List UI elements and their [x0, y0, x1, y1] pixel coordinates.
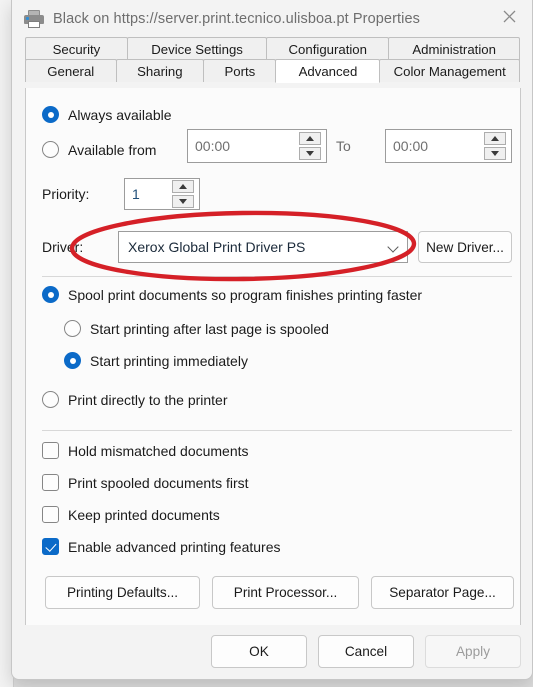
- tab-label: Configuration: [288, 41, 367, 57]
- available-from-radio[interactable]: [42, 141, 59, 158]
- separator-page-button[interactable]: Separator Page...: [371, 576, 514, 609]
- divider-1: [42, 276, 512, 277]
- priority-field[interactable]: 1: [124, 178, 200, 210]
- always-available-radio[interactable]: [42, 106, 59, 123]
- spinner-down-icon[interactable]: [299, 147, 321, 160]
- driver-label: Driver:: [42, 239, 84, 255]
- print-directly-label: Print directly to the printer: [68, 391, 228, 408]
- printer-icon: [24, 9, 44, 28]
- available-from-row[interactable]: Available from: [42, 141, 156, 158]
- tab-row-2: General Sharing Ports Advanced Color Man…: [25, 59, 520, 83]
- available-from-time-value[interactable]: 00:00: [188, 130, 297, 162]
- new-driver-label: New Driver...: [426, 239, 504, 255]
- keep-printed-documents-row[interactable]: Keep printed documents: [42, 506, 220, 523]
- printer-properties-dialog: Black on https://server.print.tecnico.ul…: [11, 0, 533, 680]
- start-after-last-page-radio[interactable]: [64, 320, 81, 337]
- enable-advanced-features-row[interactable]: Enable advanced printing features: [42, 538, 280, 555]
- hold-mismatched-checkbox[interactable]: [42, 442, 59, 459]
- hold-mismatched-label: Hold mismatched documents: [68, 442, 249, 459]
- cancel-label: Cancel: [344, 644, 388, 659]
- spinner-up-icon[interactable]: [484, 132, 506, 145]
- available-from-label: Available from: [68, 141, 157, 158]
- ok-button[interactable]: OK: [211, 635, 307, 668]
- screen: Black on https://server.print.tecnico.ul…: [0, 0, 533, 687]
- spinner-up-icon[interactable]: [172, 180, 194, 193]
- enable-advanced-features-label: Enable advanced printing features: [68, 538, 281, 555]
- printing-defaults-button[interactable]: Printing Defaults...: [45, 576, 200, 609]
- divider-2: [42, 430, 512, 431]
- apply-label: Apply: [455, 644, 490, 659]
- driver-selected-value: Xerox Global Print Driver PS: [128, 239, 306, 255]
- tab-label: General: [47, 63, 95, 79]
- spool-documents-radio[interactable]: [42, 286, 59, 303]
- priority-value[interactable]: 1: [125, 179, 170, 209]
- tab-label: Color Management: [393, 63, 506, 79]
- available-to-time-value[interactable]: 00:00: [386, 130, 482, 162]
- tab-strip: Security Device Settings Configuration A…: [25, 37, 520, 83]
- hold-mismatched-row[interactable]: Hold mismatched documents: [42, 442, 249, 459]
- tab-advanced[interactable]: Advanced: [275, 59, 381, 83]
- start-immediately-radio[interactable]: [64, 352, 81, 369]
- tab-label: Administration: [412, 41, 496, 57]
- close-icon[interactable]: [486, 0, 532, 33]
- spinner-up-icon[interactable]: [299, 132, 321, 145]
- priority-spinner[interactable]: [170, 179, 196, 209]
- ok-label: OK: [249, 644, 269, 659]
- print-processor-label: Print Processor...: [233, 585, 338, 600]
- tab-label: Security: [52, 41, 101, 57]
- available-from-time-field[interactable]: 00:00: [187, 129, 327, 163]
- available-to-spinner[interactable]: [482, 130, 508, 162]
- driver-dropdown[interactable]: Xerox Global Print Driver PS: [118, 231, 408, 263]
- print-directly-row[interactable]: Print directly to the printer: [42, 391, 228, 408]
- start-immediately-row[interactable]: Start printing immediately: [64, 352, 248, 369]
- start-immediately-label: Start printing immediately: [90, 352, 248, 369]
- printing-defaults-label: Printing Defaults...: [66, 585, 179, 600]
- tab-administration[interactable]: Administration: [388, 37, 520, 60]
- print-spooled-first-row[interactable]: Print spooled documents first: [42, 474, 249, 491]
- start-after-last-page-row[interactable]: Start printing after last page is spoole…: [64, 320, 329, 337]
- spinner-down-icon[interactable]: [484, 147, 506, 160]
- title-bar: Black on https://server.print.tecnico.ul…: [12, 0, 532, 37]
- apply-button[interactable]: Apply: [425, 635, 521, 668]
- always-available-row[interactable]: Always available: [42, 106, 172, 123]
- tab-security[interactable]: Security: [25, 37, 128, 60]
- start-after-last-page-label: Start printing after last page is spoole…: [90, 320, 329, 337]
- always-available-label: Always available: [68, 106, 172, 123]
- tab-ports[interactable]: Ports: [203, 59, 277, 82]
- window-title: Black on https://server.print.tecnico.ul…: [53, 10, 420, 27]
- print-spooled-first-checkbox[interactable]: [42, 474, 59, 491]
- tab-label: Sharing: [137, 63, 183, 79]
- dialog-footer: OK Cancel Apply: [12, 625, 532, 679]
- chevron-down-icon: [388, 242, 399, 253]
- tab-row-1: Security Device Settings Configuration A…: [25, 37, 520, 60]
- priority-label: Priority:: [42, 186, 90, 202]
- tab-label: Advanced: [298, 63, 358, 79]
- tab-sharing[interactable]: Sharing: [115, 59, 205, 82]
- separator-page-label: Separator Page...: [389, 585, 496, 600]
- enable-advanced-features-checkbox[interactable]: [42, 538, 59, 555]
- available-from-spinner[interactable]: [297, 130, 323, 162]
- to-label-row: To: [336, 138, 351, 154]
- tab-color-management[interactable]: Color Management: [379, 59, 520, 82]
- tab-configuration[interactable]: Configuration: [266, 37, 390, 60]
- spool-documents-row[interactable]: Spool print documents so program finishe…: [42, 286, 422, 303]
- priority-label-row: Priority:: [42, 186, 89, 202]
- keep-printed-documents-checkbox[interactable]: [42, 506, 59, 523]
- cancel-button[interactable]: Cancel: [318, 635, 414, 668]
- new-driver-button[interactable]: New Driver...: [418, 231, 512, 263]
- keep-printed-documents-label: Keep printed documents: [68, 506, 220, 523]
- print-processor-button[interactable]: Print Processor...: [212, 576, 359, 609]
- advanced-tab-panel: Always available Available from 00:00 To: [25, 88, 521, 626]
- spinner-down-icon[interactable]: [172, 195, 194, 208]
- print-spooled-first-label: Print spooled documents first: [68, 474, 249, 491]
- to-label: To: [336, 138, 351, 154]
- driver-label-row: Driver:: [42, 239, 83, 255]
- tab-general[interactable]: General: [25, 59, 117, 82]
- spool-documents-label: Spool print documents so program finishe…: [68, 286, 423, 303]
- tab-label: Ports: [224, 63, 256, 79]
- tab-label: Device Settings: [151, 41, 243, 57]
- tab-device-settings[interactable]: Device Settings: [126, 37, 268, 60]
- print-directly-radio[interactable]: [42, 391, 59, 408]
- available-to-time-field[interactable]: 00:00: [385, 129, 512, 163]
